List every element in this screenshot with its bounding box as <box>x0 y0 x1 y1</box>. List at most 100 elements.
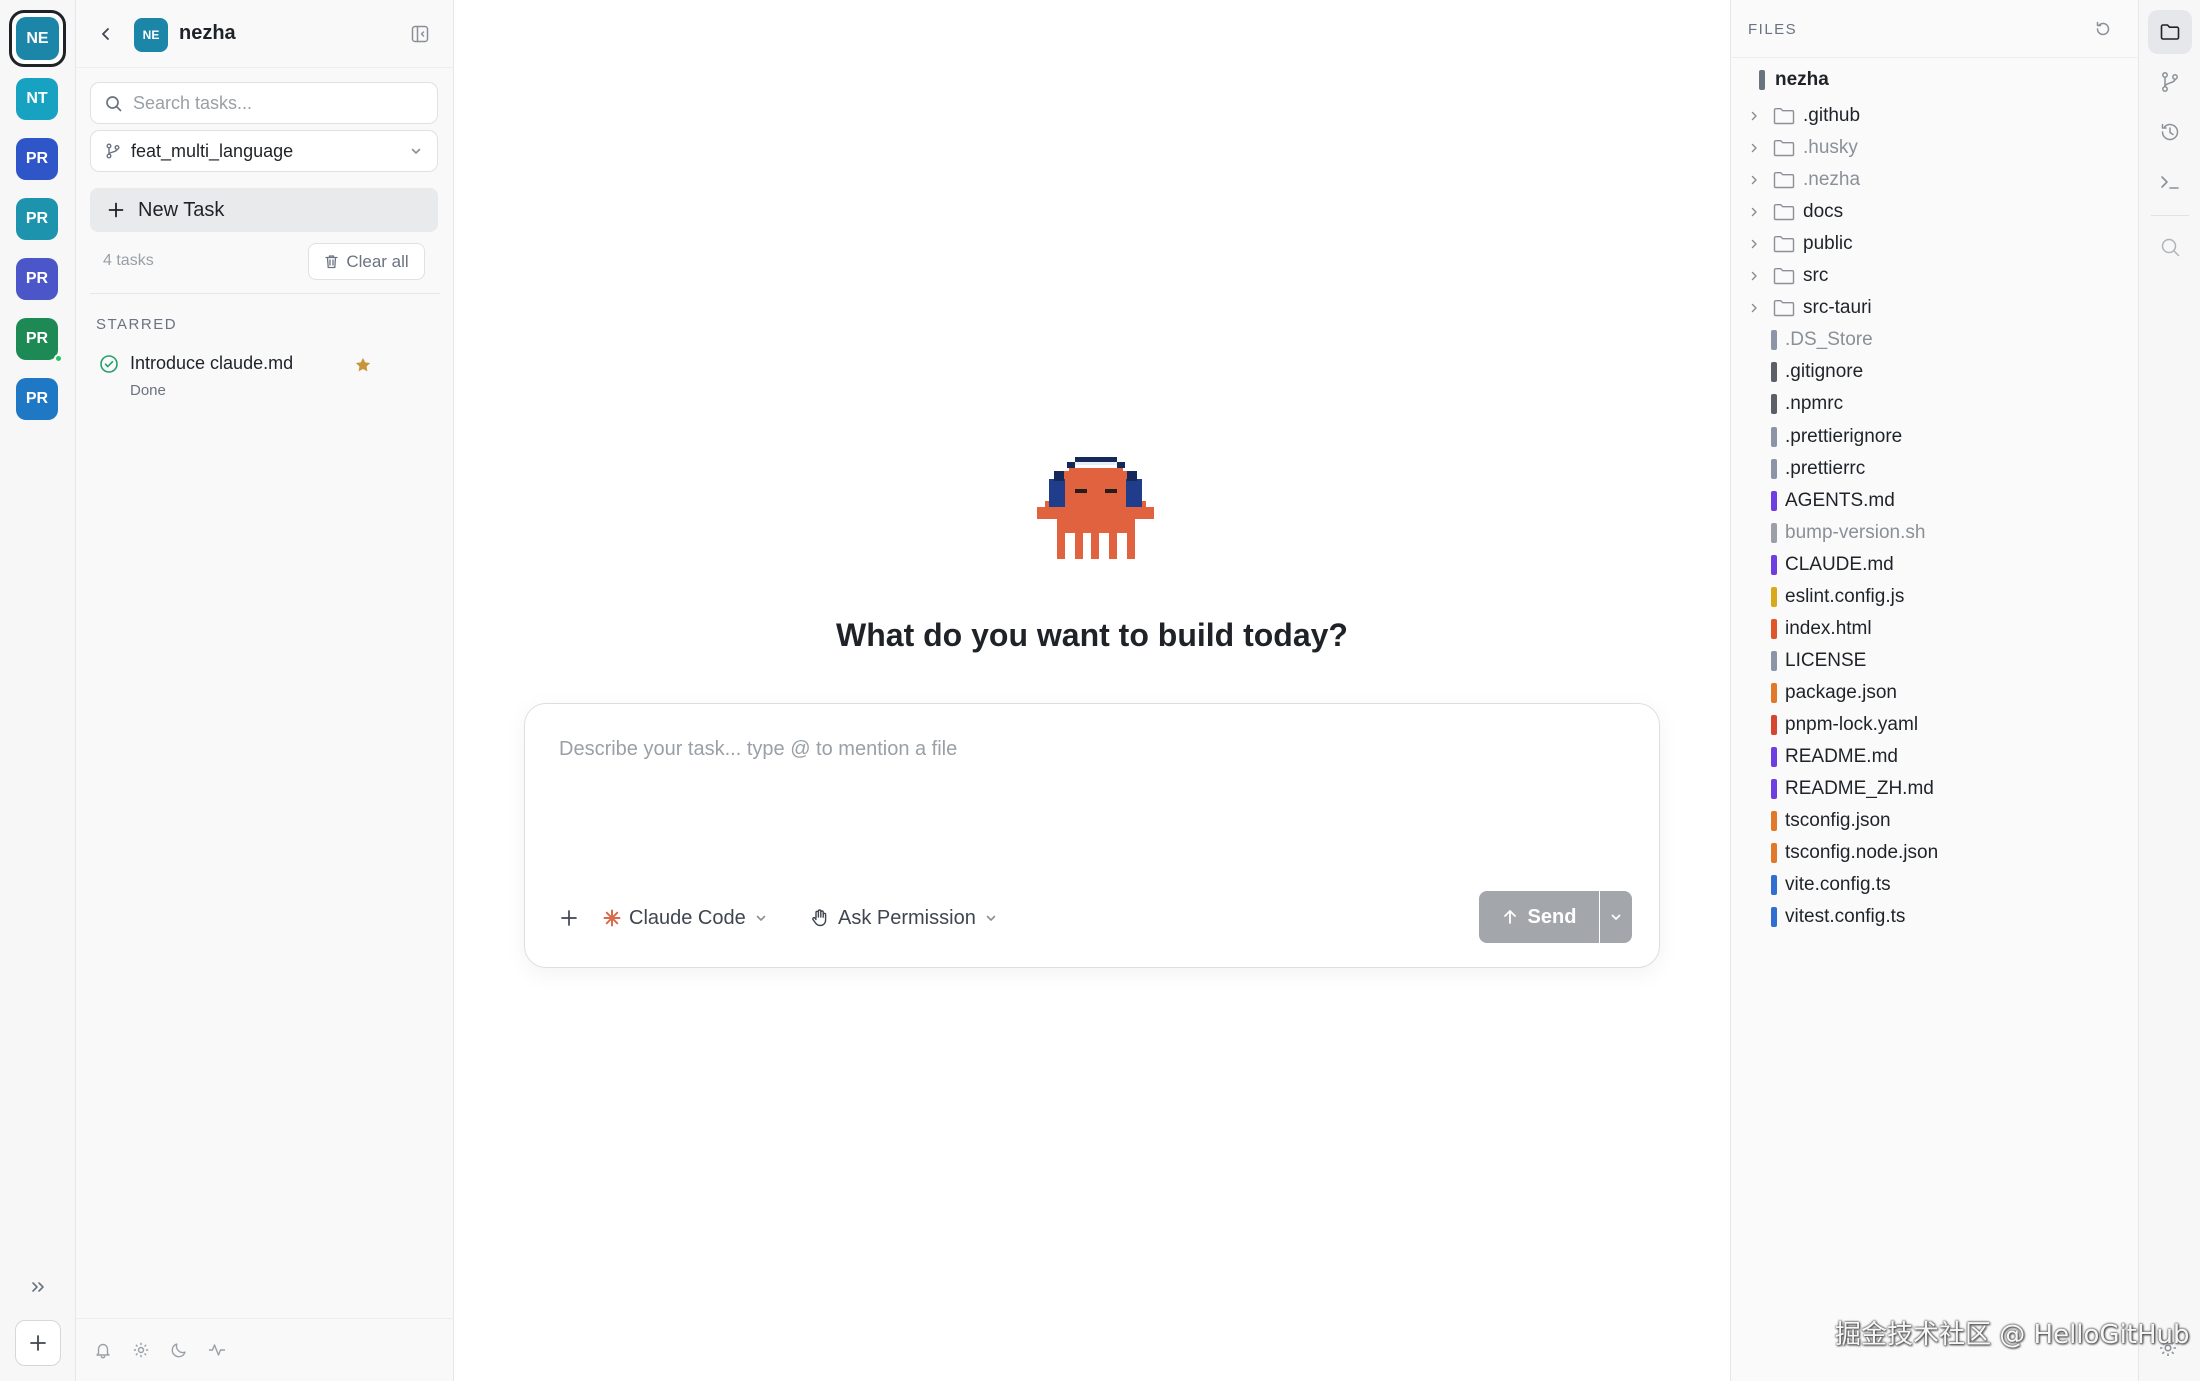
terminal-view-button[interactable] <box>2148 160 2192 204</box>
files-title: FILES <box>1748 21 1798 38</box>
send-button[interactable]: Send <box>1479 891 1599 943</box>
history-view-button[interactable] <box>2148 110 2192 154</box>
tree-root-label: nezha <box>1775 69 1829 90</box>
folder-icon <box>1773 108 1795 125</box>
add-project-button[interactable] <box>15 1320 61 1366</box>
project-avatar[interactable]: PR <box>16 378 58 420</box>
tree-folder-label: public <box>1803 233 1853 254</box>
new-task-label: New Task <box>138 198 225 221</box>
mascot-octopus-icon <box>1037 457 1154 559</box>
file-type-marker <box>1771 362 1777 382</box>
tree-file-label: CLAUDE.md <box>1785 554 1894 575</box>
clear-all-label: Clear all <box>346 251 409 271</box>
tree-folder[interactable]: src <box>1745 262 1828 290</box>
chevron-down-icon <box>756 915 766 921</box>
tree-file[interactable]: .npmrc <box>1771 390 1843 418</box>
project-avatar[interactable]: PR <box>16 198 58 240</box>
moon-icon[interactable] <box>168 1339 190 1361</box>
tree-file[interactable]: .prettierrc <box>1771 455 1865 483</box>
gear-icon[interactable] <box>130 1339 152 1361</box>
tree-file[interactable]: tsconfig.node.json <box>1771 839 1938 867</box>
tree-folder-label: src <box>1803 265 1829 286</box>
agent-selector[interactable]: Claude Code <box>603 903 768 933</box>
tree-folder[interactable]: public <box>1745 230 1853 258</box>
activity-icon[interactable] <box>206 1339 228 1361</box>
git-branch-icon <box>106 143 120 159</box>
files-view-button[interactable] <box>2148 10 2192 54</box>
tree-file[interactable]: CLAUDE.md <box>1771 551 1894 579</box>
project-badge: NE <box>134 18 168 52</box>
project-avatar-label: PR <box>25 330 49 347</box>
project-avatar[interactable]: NE <box>9 10 66 67</box>
tree-file[interactable]: bump-version.sh <box>1771 519 1925 547</box>
tree-file[interactable]: pnpm-lock.yaml <box>1771 711 1918 739</box>
tree-file[interactable]: README_ZH.md <box>1771 775 1934 803</box>
tree-file[interactable]: .DS_Store <box>1771 326 1873 354</box>
project-avatar[interactable]: PR <box>16 318 63 363</box>
star-icon[interactable] <box>354 356 372 374</box>
tree-file-label: pnpm-lock.yaml <box>1785 714 1919 735</box>
tree-folder[interactable]: docs <box>1745 198 1843 226</box>
tree-folder[interactable]: .husky <box>1745 134 1858 162</box>
search-view-button[interactable] <box>2148 225 2192 269</box>
divider <box>90 293 440 294</box>
tree-folder[interactable]: src-tauri <box>1745 294 1872 322</box>
file-type-marker <box>1771 907 1777 927</box>
claude-logo-icon <box>603 909 621 927</box>
project-avatar[interactable]: NT <box>16 78 58 120</box>
project-avatar-label: NE <box>16 17 59 60</box>
project-avatar[interactable]: PR <box>16 138 58 180</box>
search-icon <box>106 96 122 112</box>
tree-file[interactable]: .prettierignore <box>1771 423 1902 451</box>
refresh-files-button[interactable] <box>2091 17 2115 41</box>
task-status: Done <box>130 382 166 399</box>
folder-icon <box>2160 24 2180 40</box>
plus-icon <box>561 910 577 926</box>
files-panel: FILES nezha .github .husky .nezha docs publi… <box>1730 0 2139 1381</box>
project-rail: NE NT PR PR PR PR PR <box>0 0 76 1381</box>
task-item[interactable]: Introduce claude.md Done <box>90 346 438 410</box>
tree-file[interactable]: index.html <box>1771 615 1872 643</box>
new-task-button[interactable]: New Task <box>90 188 438 232</box>
tree-file[interactable]: vitest.config.ts <box>1771 903 1905 931</box>
tree-file[interactable]: .gitignore <box>1771 358 1863 386</box>
tree-file[interactable]: AGENTS.md <box>1771 487 1895 515</box>
search-tasks-input[interactable] <box>133 83 429 123</box>
tree-file-label: AGENTS.md <box>1785 490 1895 511</box>
send-label: Send <box>1527 905 1577 928</box>
send-options-button[interactable] <box>1600 891 1632 943</box>
permission-label: Ask Permission <box>838 906 976 929</box>
collapse-sidebar-button[interactable] <box>408 22 432 46</box>
watermark: 掘金技术社区 @ HelloGitHub <box>1835 1320 2190 1350</box>
tree-folder[interactable]: .github <box>1745 102 1860 130</box>
permission-selector[interactable]: Ask Permission <box>810 903 998 933</box>
tree-root[interactable]: nezha <box>1759 67 1829 93</box>
file-type-marker <box>1771 491 1777 511</box>
tree-file[interactable]: tsconfig.json <box>1771 807 1891 835</box>
page-headline: What do you want to build today? <box>836 617 1348 653</box>
tree-file-label: vite.config.ts <box>1785 874 1891 895</box>
expand-rail-button[interactable] <box>27 1276 49 1298</box>
project-avatar-label: NT <box>26 90 48 107</box>
tree-folder[interactable]: .nezha <box>1745 166 1860 194</box>
branch-selector[interactable]: feat_multi_language <box>90 130 438 172</box>
project-avatar[interactable]: PR <box>16 258 58 300</box>
tree-file[interactable]: README.md <box>1771 743 1898 771</box>
search-icon <box>2161 238 2180 257</box>
clear-all-button[interactable]: Clear all <box>308 243 425 280</box>
file-type-marker <box>1771 330 1777 350</box>
attach-button[interactable] <box>555 904 583 932</box>
task-input[interactable] <box>559 738 1619 858</box>
hand-icon <box>812 909 827 927</box>
tree-file[interactable]: eslint.config.js <box>1771 583 1904 611</box>
file-type-marker <box>1771 875 1777 895</box>
back-button[interactable] <box>94 22 118 46</box>
tree-file[interactable]: LICENSE <box>1771 647 1866 675</box>
bell-icon[interactable] <box>92 1339 114 1361</box>
file-type-marker <box>1771 779 1777 799</box>
tree-file-label: package.json <box>1785 682 1897 703</box>
search-tasks-field[interactable] <box>90 82 438 124</box>
tree-file[interactable]: package.json <box>1771 679 1897 707</box>
git-view-button[interactable] <box>2148 60 2192 104</box>
tree-file[interactable]: vite.config.ts <box>1771 871 1891 899</box>
